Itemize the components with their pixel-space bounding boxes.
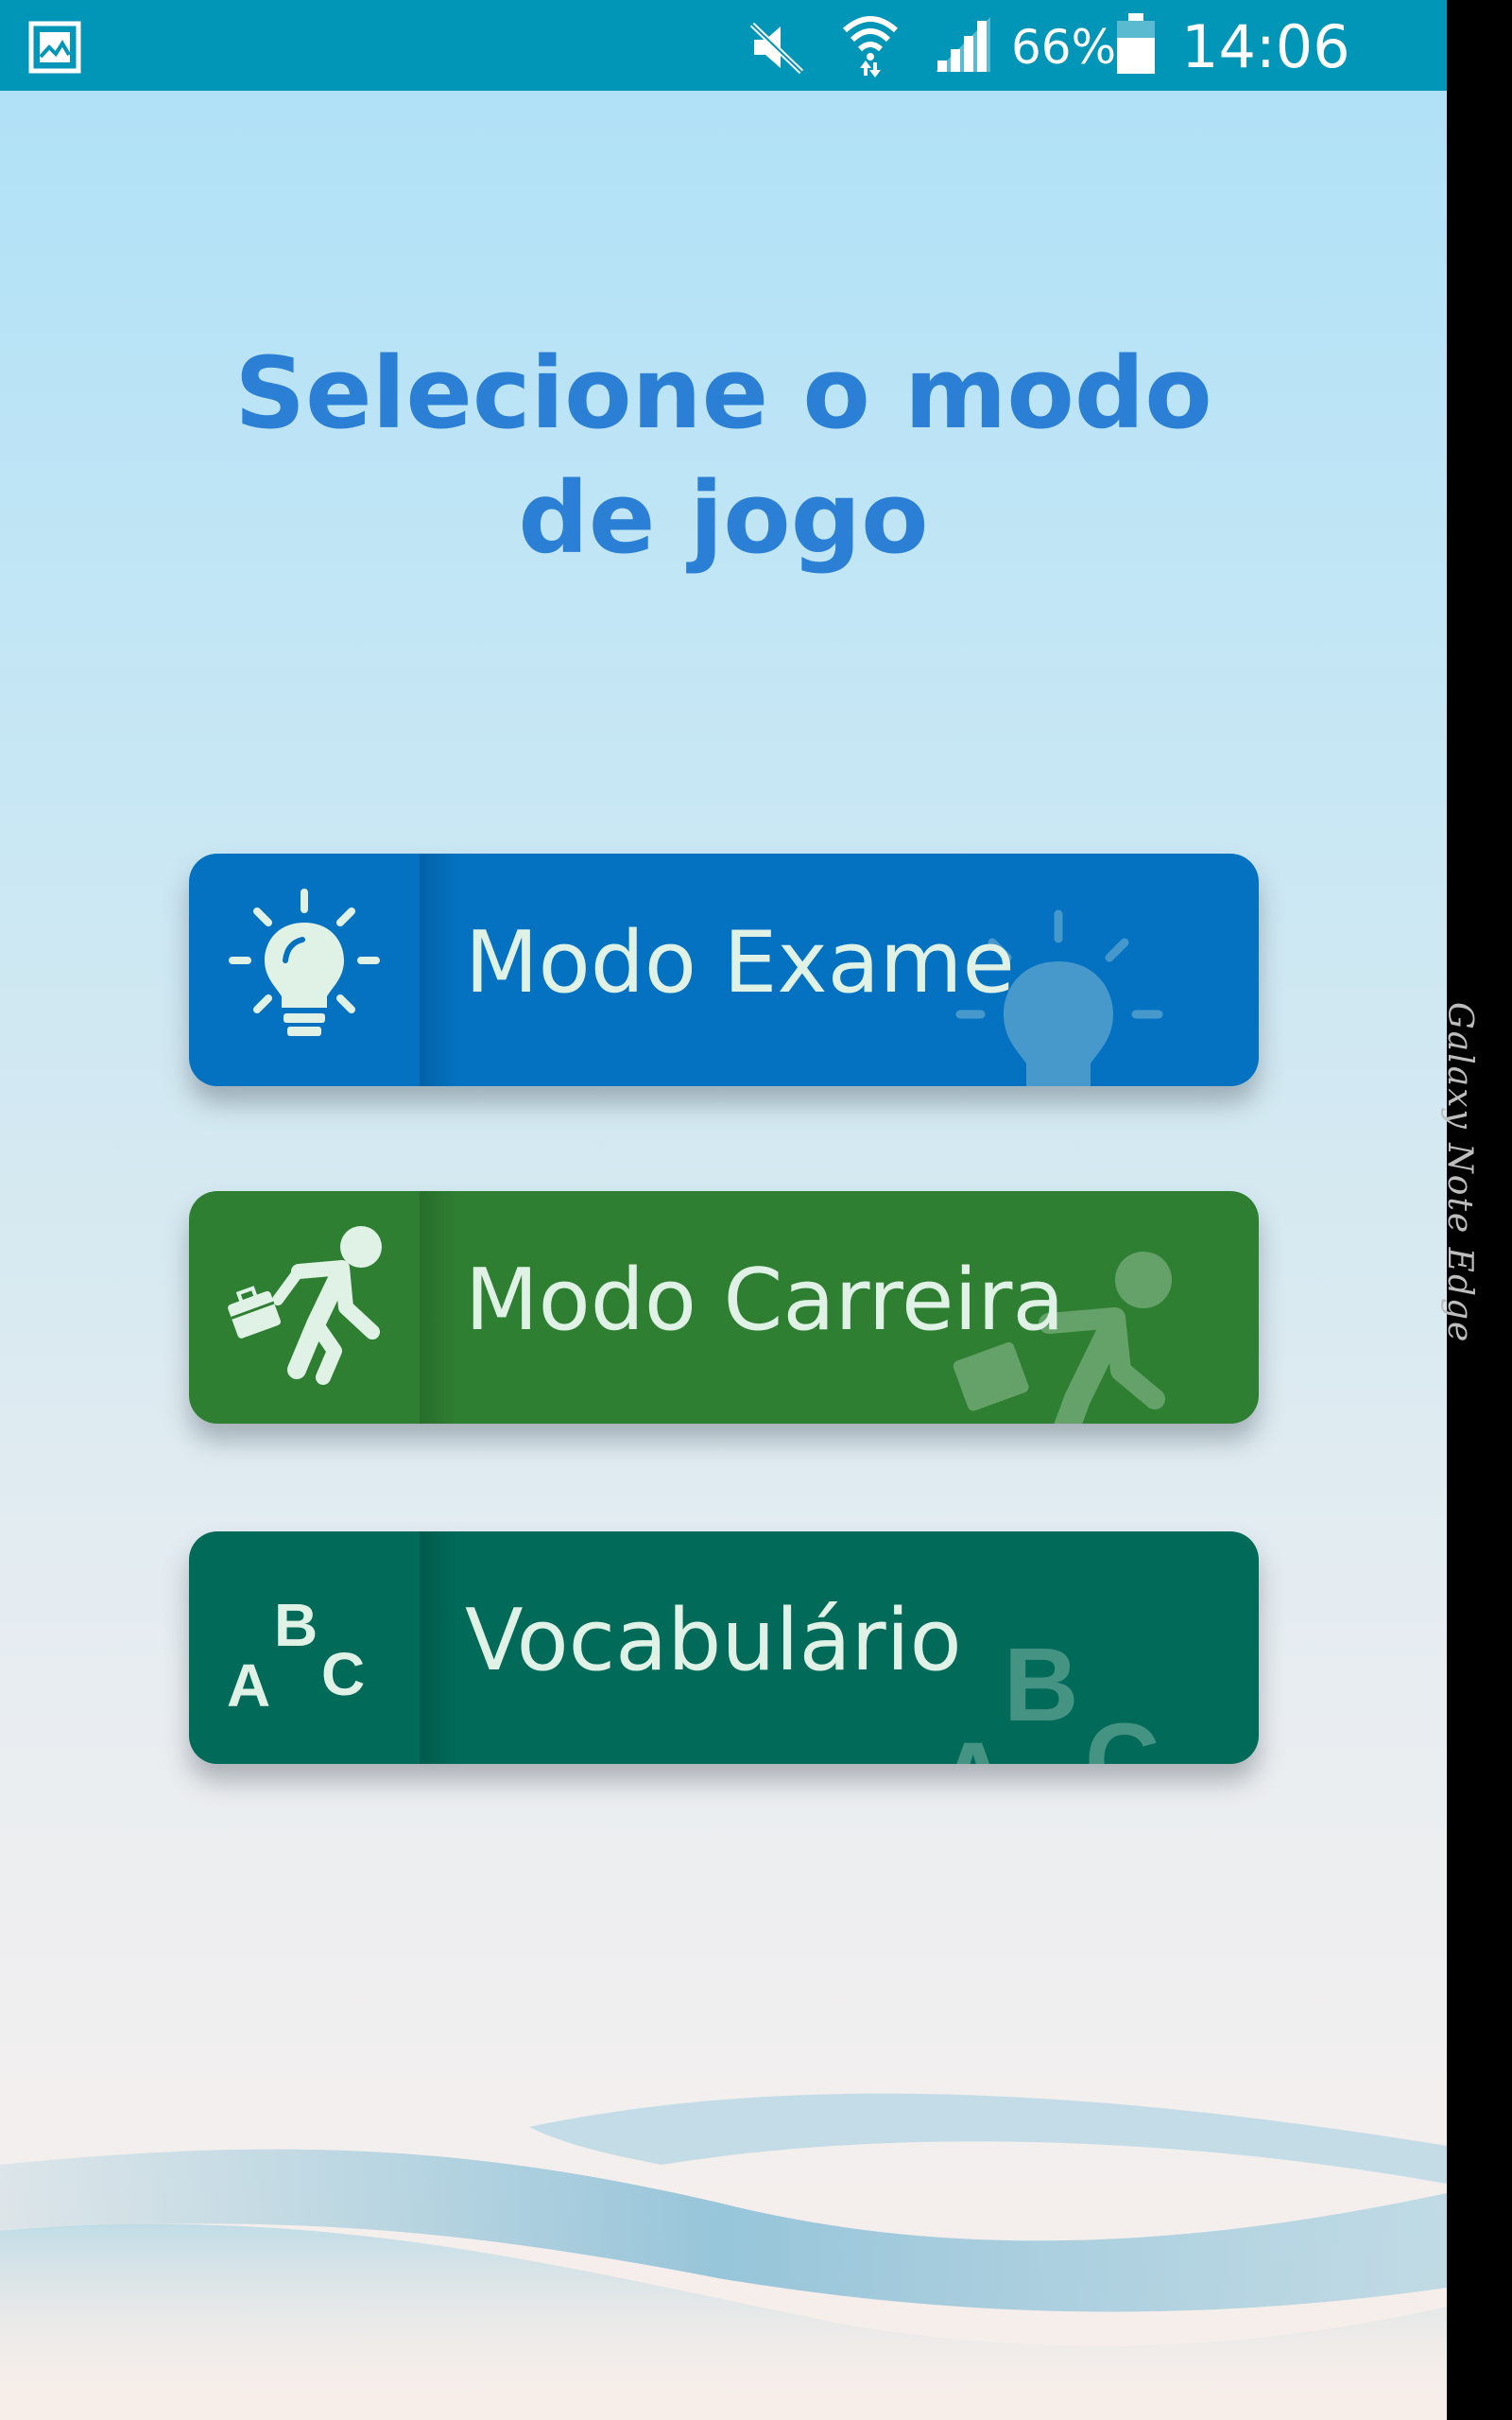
- mode-vocabulario-button[interactable]: A B C Vocabulário A B C: [189, 1531, 1259, 1764]
- icon-panel: A B C: [189, 1531, 457, 1764]
- mode-vocabulario-label: Vocabulário: [465, 1591, 962, 1690]
- icon-panel: [189, 854, 457, 1086]
- battery-icon: [1117, 13, 1155, 74]
- mode-exame-button[interactable]: Modo Exame: [189, 854, 1259, 1086]
- svg-text:A: A: [227, 1651, 270, 1720]
- signal-icon: [936, 17, 990, 72]
- gallery-icon: [28, 21, 81, 74]
- abc-letters-icon: A B C: [936, 1627, 1160, 1764]
- app-screen: 66% 14:06 Selecione o modo de jogo Modo …: [0, 0, 1447, 2420]
- walking-person-briefcase-icon: [228, 1226, 382, 1385]
- mode-exame-label: Modo Exame: [465, 913, 1015, 1012]
- svg-text:A: A: [936, 1721, 1010, 1764]
- lightbulb-icon: [955, 909, 1163, 1086]
- icon-panel: [189, 1191, 457, 1424]
- mode-carreira-button[interactable]: Modo Carreira: [189, 1191, 1259, 1424]
- status-bar: 66% 14:06: [0, 0, 1447, 91]
- lightbulb-icon: [229, 889, 380, 1036]
- wifi-icon: [843, 16, 898, 78]
- svg-text:C: C: [321, 1640, 365, 1708]
- device-edge-label: Galaxy Note Edge: [1440, 1002, 1479, 1344]
- mute-icon: [749, 22, 804, 75]
- page-title: Selecione o modo de jogo: [234, 336, 1212, 576]
- wave-decoration: [0, 2093, 1447, 2420]
- clock: 14:06: [1181, 12, 1350, 81]
- battery-percentage: 66%: [1011, 20, 1117, 75]
- walking-person-briefcase-icon: [953, 1252, 1172, 1424]
- abc-letters-icon: A B C: [227, 1591, 365, 1720]
- svg-text:C: C: [1085, 1703, 1160, 1764]
- svg-text:B: B: [1004, 1627, 1078, 1743]
- svg-text:B: B: [274, 1591, 318, 1659]
